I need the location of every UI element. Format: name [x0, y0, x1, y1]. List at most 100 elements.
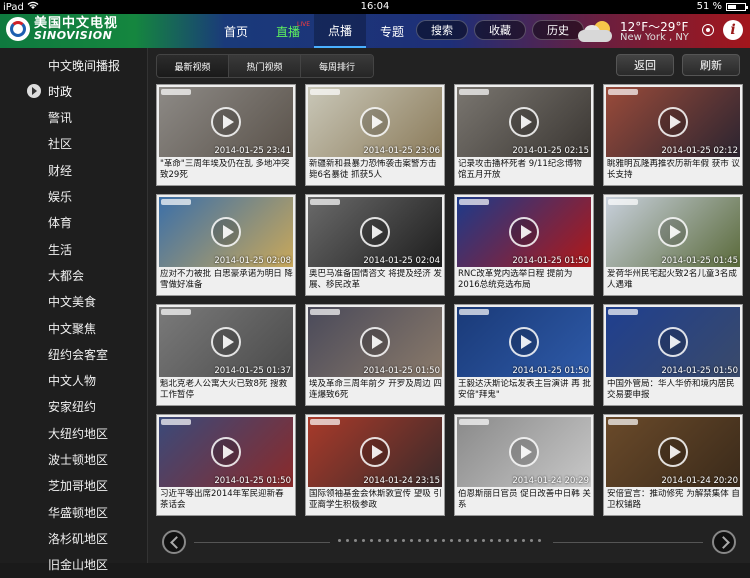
- video-caption: RNC改革党内选举日程 提前为 2016总统竞选布局: [458, 269, 573, 290]
- video-card[interactable]: 2014-01-25 23:41 "革命"三周年埃及仍在乱 多地冲突 致29死: [156, 84, 296, 186]
- sidebar-item-label: 中文人物: [48, 374, 97, 389]
- video-tabs: 最新视频 热门视频 每周排行: [156, 54, 374, 78]
- video-timestamp: 2014-01-25 01:37: [214, 366, 291, 376]
- tab-weekly-ranking[interactable]: 每周排行: [301, 55, 373, 77]
- video-card[interactable]: 2014-01-25 01:50 王毅达沃斯论坛发表主旨演讲 再 批安倍"拜鬼": [454, 304, 594, 406]
- sidebar-item-label: 大都会: [48, 268, 85, 283]
- video-card[interactable]: 2014-01-24 20:29 伯恩斯丽日官员 促日改善中日韩 关系: [454, 414, 594, 516]
- video-card[interactable]: 2014-01-25 01:37 魁北克老人公寓大火已致8死 搜救 工作暂停: [156, 304, 296, 406]
- video-thumbnail: 2014-01-25 02:04: [308, 197, 442, 267]
- play-icon: [509, 107, 539, 137]
- play-icon: [211, 217, 241, 247]
- page-dot[interactable]: [490, 539, 493, 542]
- sidebar-item[interactable]: 时政: [0, 78, 148, 104]
- sidebar-item[interactable]: 中文聚焦: [0, 315, 148, 341]
- page-dot[interactable]: [426, 539, 429, 542]
- app-logo[interactable]: 美国中文电视 SINOVISION: [6, 17, 118, 41]
- search-button[interactable]: 搜索: [416, 20, 468, 40]
- page-dot[interactable]: [346, 539, 349, 542]
- video-caption: 中国外管局：华人华侨和境内居民 交易要申报: [607, 379, 735, 400]
- sidebar-item[interactable]: 社区: [0, 131, 148, 157]
- video-card[interactable]: 2014-01-24 20:20 安倍宣言：推动修宪 为解禁集体 自卫权铺路: [603, 414, 743, 516]
- sidebar-item-label: 娱乐: [48, 190, 73, 204]
- tab-popular[interactable]: 热门视频: [229, 55, 301, 77]
- sidebar-item[interactable]: 生活: [0, 236, 148, 262]
- video-caption: 王毅达沃斯论坛发表主旨演讲 再 批安倍"拜鬼": [458, 379, 591, 400]
- next-page-button[interactable]: [712, 530, 736, 554]
- sidebar-item[interactable]: 大纽约地区: [0, 420, 148, 446]
- sidebar-item[interactable]: 财经: [0, 157, 148, 183]
- sidebar-item[interactable]: 纽约会客室: [0, 341, 148, 367]
- battery-icon: [726, 2, 748, 11]
- page-dot[interactable]: [362, 539, 365, 542]
- sidebar-item[interactable]: 中文美食: [0, 289, 148, 315]
- sidebar-item[interactable]: 中文晚间播报: [0, 52, 148, 78]
- channel-watermark-icon: [310, 199, 340, 205]
- channel-watermark-icon: [459, 89, 489, 95]
- page-dot[interactable]: [418, 539, 421, 542]
- tab-latest[interactable]: 最新视频: [157, 55, 229, 77]
- video-card[interactable]: 2014-01-25 23:06 新疆新和县暴力恐怖袭击案警方击 毙6名暴徒 抓获…: [305, 84, 445, 186]
- sidebar-item[interactable]: 中文人物: [0, 368, 148, 394]
- video-timestamp: 2014-01-25 01:50: [512, 366, 589, 376]
- video-thumbnail: 2014-01-25 02:12: [606, 87, 740, 157]
- page-dot[interactable]: [474, 539, 477, 542]
- video-card[interactable]: 2014-01-25 02:15 记录攻击播杯死者 9/11纪念博物 馆五月开放: [454, 84, 594, 186]
- sidebar-item[interactable]: 娱乐: [0, 184, 148, 210]
- settings-icon[interactable]: [702, 24, 714, 36]
- sidebar-item[interactable]: 警讯: [0, 105, 148, 131]
- nav-live[interactable]: 直播 LIVE: [262, 14, 314, 48]
- video-card[interactable]: 2014-01-25 02:08 应对不力被批 白思豪承诺为明日 降雪做好准备: [156, 194, 296, 296]
- sidebar-item[interactable]: 大都会: [0, 262, 148, 288]
- page-dot[interactable]: [466, 539, 469, 542]
- video-card[interactable]: 2014-01-25 02:04 奥巴马准备国情咨文 将提及经济 发展、移民改革: [305, 194, 445, 296]
- page-dot[interactable]: [450, 539, 453, 542]
- sidebar-item[interactable]: 芝加哥地区: [0, 473, 148, 499]
- page-dot[interactable]: [482, 539, 485, 542]
- nav-on-demand[interactable]: 点播: [314, 14, 366, 48]
- page-dot[interactable]: [410, 539, 413, 542]
- video-card[interactable]: 2014-01-25 01:50 中国外管局：华人华侨和境内居民 交易要申报: [603, 304, 743, 406]
- sidebar-item[interactable]: 体育: [0, 210, 148, 236]
- video-card[interactable]: 2014-01-25 01:50 RNC改革党内选举日程 提前为 2016总统竞选…: [454, 194, 594, 296]
- back-button[interactable]: 返回: [616, 54, 674, 76]
- video-card[interactable]: 2014-01-25 01:45 爱荷华州民宅起火致2名儿童3名成 人遇难: [603, 194, 743, 296]
- page-dot[interactable]: [394, 539, 397, 542]
- refresh-button[interactable]: 刷新: [682, 54, 740, 76]
- video-caption: 奥巴马准备国情咨文 将提及经济 发展、移民改革: [309, 269, 442, 290]
- page-dot[interactable]: [370, 539, 373, 542]
- sidebar-item-label: 体育: [48, 216, 73, 231]
- page-dot[interactable]: [514, 539, 517, 542]
- video-card[interactable]: 2014-01-25 01:50 习近平等出席2014年军民迎新春 茶话会: [156, 414, 296, 516]
- nav-topics[interactable]: 专题: [366, 14, 418, 48]
- page-dot[interactable]: [506, 539, 509, 542]
- page-dot[interactable]: [538, 539, 541, 542]
- sidebar-item[interactable]: 洛杉矶地区: [0, 525, 148, 551]
- page-dot[interactable]: [386, 539, 389, 542]
- page-dot[interactable]: [442, 539, 445, 542]
- nav-home[interactable]: 首页: [210, 14, 262, 48]
- page-dot[interactable]: [530, 539, 533, 542]
- category-sidebar: 中文晚间播报 时政 警讯 社区 财经娱乐体育生活大都会中文美食 中文聚焦 纽约会客室中文人物…: [0, 48, 148, 572]
- page-dot[interactable]: [522, 539, 525, 542]
- favorites-button[interactable]: 收藏: [474, 20, 526, 40]
- page-dot[interactable]: [402, 539, 405, 542]
- video-caption: 埃及革命三周年前夕 开罗及周边 四连爆致6死: [309, 379, 442, 400]
- prev-page-button[interactable]: [162, 530, 186, 554]
- info-icon[interactable]: i: [723, 20, 743, 40]
- history-button[interactable]: 历史: [532, 20, 584, 40]
- page-dot[interactable]: [354, 539, 357, 542]
- video-card[interactable]: 2014-01-25 02:12 眺雅明瓦隆再推农历新年假 获市 议长支持: [603, 84, 743, 186]
- sidebar-item[interactable]: 华盛顿地区: [0, 499, 148, 525]
- sidebar-item[interactable]: 旧金山地区: [0, 552, 148, 578]
- page-dot[interactable]: [498, 539, 501, 542]
- page-dot[interactable]: [458, 539, 461, 542]
- page-dot[interactable]: [434, 539, 437, 542]
- sidebar-item[interactable]: 安家纽约: [0, 394, 148, 420]
- video-card[interactable]: 2014-01-25 01:50 埃及革命三周年前夕 开罗及周边 四连爆致6死: [305, 304, 445, 406]
- sidebar-item[interactable]: 波士顿地区: [0, 447, 148, 473]
- video-card[interactable]: 2014-01-24 23:15 国际领袖基金会休斯敦宣传 望吸 引亚裔学生积极参…: [305, 414, 445, 516]
- channel-watermark-icon: [608, 419, 638, 425]
- page-dot[interactable]: [338, 539, 341, 542]
- page-dot[interactable]: [378, 539, 381, 542]
